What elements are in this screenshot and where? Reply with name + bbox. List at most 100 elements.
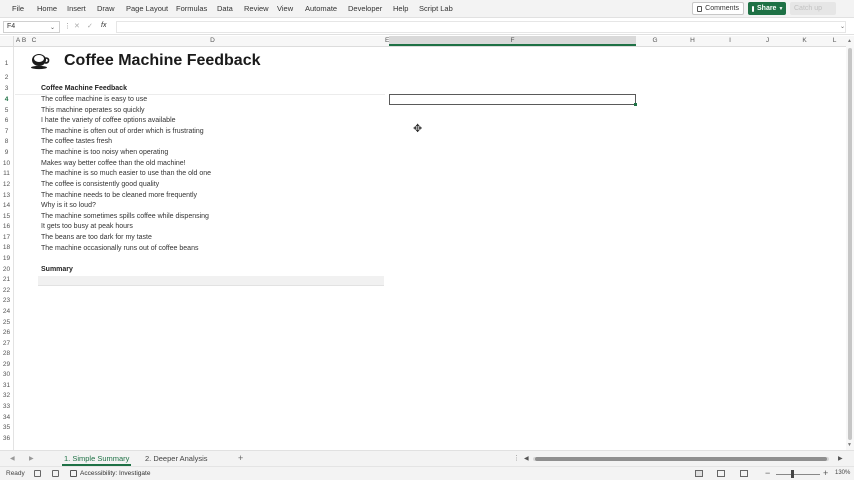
- zoom-level[interactable]: 130%: [835, 470, 850, 476]
- row-header[interactable]: 12: [0, 181, 13, 188]
- row-header[interactable]: 34: [0, 414, 13, 421]
- row-header[interactable]: 8: [0, 138, 13, 145]
- page-layout-view-icon[interactable]: [717, 470, 725, 477]
- row-header[interactable]: 2: [0, 74, 13, 81]
- feedback-cell[interactable]: Makes way better coffee than the old mac…: [41, 160, 186, 167]
- zoom-in-icon[interactable]: +: [823, 468, 828, 478]
- workbook-statistics-icon[interactable]: [34, 470, 41, 477]
- active-cell-f4[interactable]: [389, 94, 636, 105]
- more-options-icon[interactable]: ⋮: [64, 22, 71, 30]
- column-header-k[interactable]: K: [786, 37, 823, 44]
- feedback-cell[interactable]: Why is it so loud?: [41, 202, 96, 209]
- scroll-up-icon[interactable]: ▲: [847, 38, 852, 44]
- menu-help[interactable]: Help: [393, 4, 408, 13]
- zoom-slider[interactable]: [776, 474, 820, 475]
- row-header[interactable]: 16: [0, 223, 13, 230]
- feedback-heading[interactable]: Coffee Machine Feedback: [41, 85, 127, 92]
- row-header[interactable]: 20: [0, 266, 13, 273]
- row-header[interactable]: 19: [0, 255, 13, 262]
- horizontal-scroll-thumb[interactable]: [535, 457, 827, 461]
- column-header-i[interactable]: I: [711, 37, 749, 44]
- row-header[interactable]: 27: [0, 340, 13, 347]
- check-icon[interactable]: ✓: [87, 22, 93, 30]
- menu-draw[interactable]: Draw: [97, 4, 115, 13]
- page-break-preview-icon[interactable]: [740, 470, 748, 477]
- row-header[interactable]: 31: [0, 382, 13, 389]
- menu-insert[interactable]: Insert: [67, 4, 86, 13]
- row-header[interactable]: 24: [0, 308, 13, 315]
- menu-view[interactable]: View: [277, 4, 293, 13]
- feedback-cell[interactable]: The machine needs to be cleaned more fre…: [41, 192, 197, 199]
- previous-sheet-icon[interactable]: ◀: [10, 455, 15, 462]
- row-header[interactable]: 23: [0, 297, 13, 304]
- row-header[interactable]: 21: [0, 276, 13, 283]
- column-header-d[interactable]: D: [40, 37, 385, 44]
- row-header[interactable]: 22: [0, 287, 13, 294]
- expand-formula-bar-icon[interactable]: ⌄: [840, 23, 845, 30]
- menu-developer[interactable]: Developer: [348, 4, 382, 13]
- tab-deeper-analysis[interactable]: 2. Deeper Analysis: [143, 453, 210, 464]
- feedback-cell[interactable]: This machine operates so quickly: [41, 107, 145, 114]
- formula-input[interactable]: [116, 21, 846, 33]
- column-header-b[interactable]: B: [21, 37, 27, 44]
- row-header[interactable]: 9: [0, 149, 13, 156]
- feedback-cell[interactable]: The machine occasionally runs out of cof…: [41, 245, 198, 252]
- row-header[interactable]: 14: [0, 202, 13, 209]
- row-header[interactable]: 13: [0, 192, 13, 199]
- row-header[interactable]: 29: [0, 361, 13, 368]
- row-header[interactable]: 3: [0, 85, 13, 92]
- row-header[interactable]: 36: [0, 435, 13, 442]
- vertical-scroll-thumb[interactable]: [848, 48, 852, 440]
- scroll-down-icon[interactable]: ▼: [847, 442, 852, 448]
- macro-record-icon[interactable]: [52, 470, 59, 477]
- feedback-cell[interactable]: The coffee is consistently good quality: [41, 181, 159, 188]
- row-header[interactable]: 17: [0, 234, 13, 241]
- row-header[interactable]: 33: [0, 403, 13, 410]
- column-header-h[interactable]: H: [674, 37, 711, 44]
- add-sheet-icon[interactable]: +: [238, 453, 243, 463]
- summary-cell[interactable]: [38, 276, 384, 286]
- row-header[interactable]: 26: [0, 329, 13, 336]
- feedback-cell[interactable]: The coffee machine is easy to use: [41, 96, 147, 103]
- row-header[interactable]: 28: [0, 350, 13, 357]
- next-sheet-icon[interactable]: ▶: [29, 455, 34, 462]
- chevron-down-icon[interactable]: ⌄: [50, 24, 55, 31]
- feedback-cell[interactable]: It gets too busy at peak hours: [41, 223, 133, 230]
- menu-data[interactable]: Data: [217, 4, 233, 13]
- row-header[interactable]: 30: [0, 371, 13, 378]
- column-header-j[interactable]: J: [749, 37, 786, 44]
- scroll-left-icon[interactable]: ◀: [524, 455, 529, 462]
- row-header[interactable]: 6: [0, 117, 13, 124]
- row-header[interactable]: 10: [0, 160, 13, 167]
- row-header[interactable]: 18: [0, 244, 13, 251]
- feedback-cell[interactable]: The machine is so much easier to use tha…: [41, 170, 211, 177]
- feedback-cell[interactable]: The beans are too dark for my taste: [41, 234, 152, 241]
- zoom-out-icon[interactable]: −: [765, 468, 770, 478]
- row-header[interactable]: 11: [0, 170, 13, 177]
- column-header-f[interactable]: F: [389, 36, 636, 46]
- row-header[interactable]: 1: [0, 60, 13, 67]
- feedback-cell[interactable]: The machine is too noisy when operating: [41, 149, 168, 156]
- column-header-c[interactable]: C: [28, 37, 40, 44]
- comments-button[interactable]: Comments: [692, 2, 744, 15]
- menu-formulas[interactable]: Formulas: [176, 4, 207, 13]
- menu-file[interactable]: File: [12, 4, 24, 13]
- summary-heading[interactable]: Summary: [41, 266, 73, 273]
- row-header[interactable]: 35: [0, 424, 13, 431]
- normal-view-icon[interactable]: [695, 470, 703, 477]
- zoom-slider-thumb[interactable]: [791, 470, 794, 478]
- menu-page-layout[interactable]: Page Layout: [126, 4, 168, 13]
- share-button[interactable]: Share ▼: [748, 2, 786, 15]
- scroll-right-icon[interactable]: ▶: [838, 455, 843, 462]
- feedback-cell[interactable]: The machine is often out of order which …: [41, 128, 204, 135]
- feedback-cell[interactable]: The machine sometimes spills coffee whil…: [41, 213, 209, 220]
- menu-home[interactable]: Home: [37, 4, 57, 13]
- cancel-icon[interactable]: ✕: [74, 22, 80, 30]
- menu-automate[interactable]: Automate: [305, 4, 337, 13]
- menu-review[interactable]: Review: [244, 4, 269, 13]
- row-header-selected[interactable]: 4: [0, 96, 13, 103]
- accessibility-status[interactable]: Accessibility: Investigate: [80, 470, 150, 477]
- feedback-cell[interactable]: I hate the variety of coffee options ava…: [41, 117, 176, 124]
- fill-handle[interactable]: [634, 103, 637, 106]
- more-options-icon[interactable]: ⋮: [513, 454, 520, 462]
